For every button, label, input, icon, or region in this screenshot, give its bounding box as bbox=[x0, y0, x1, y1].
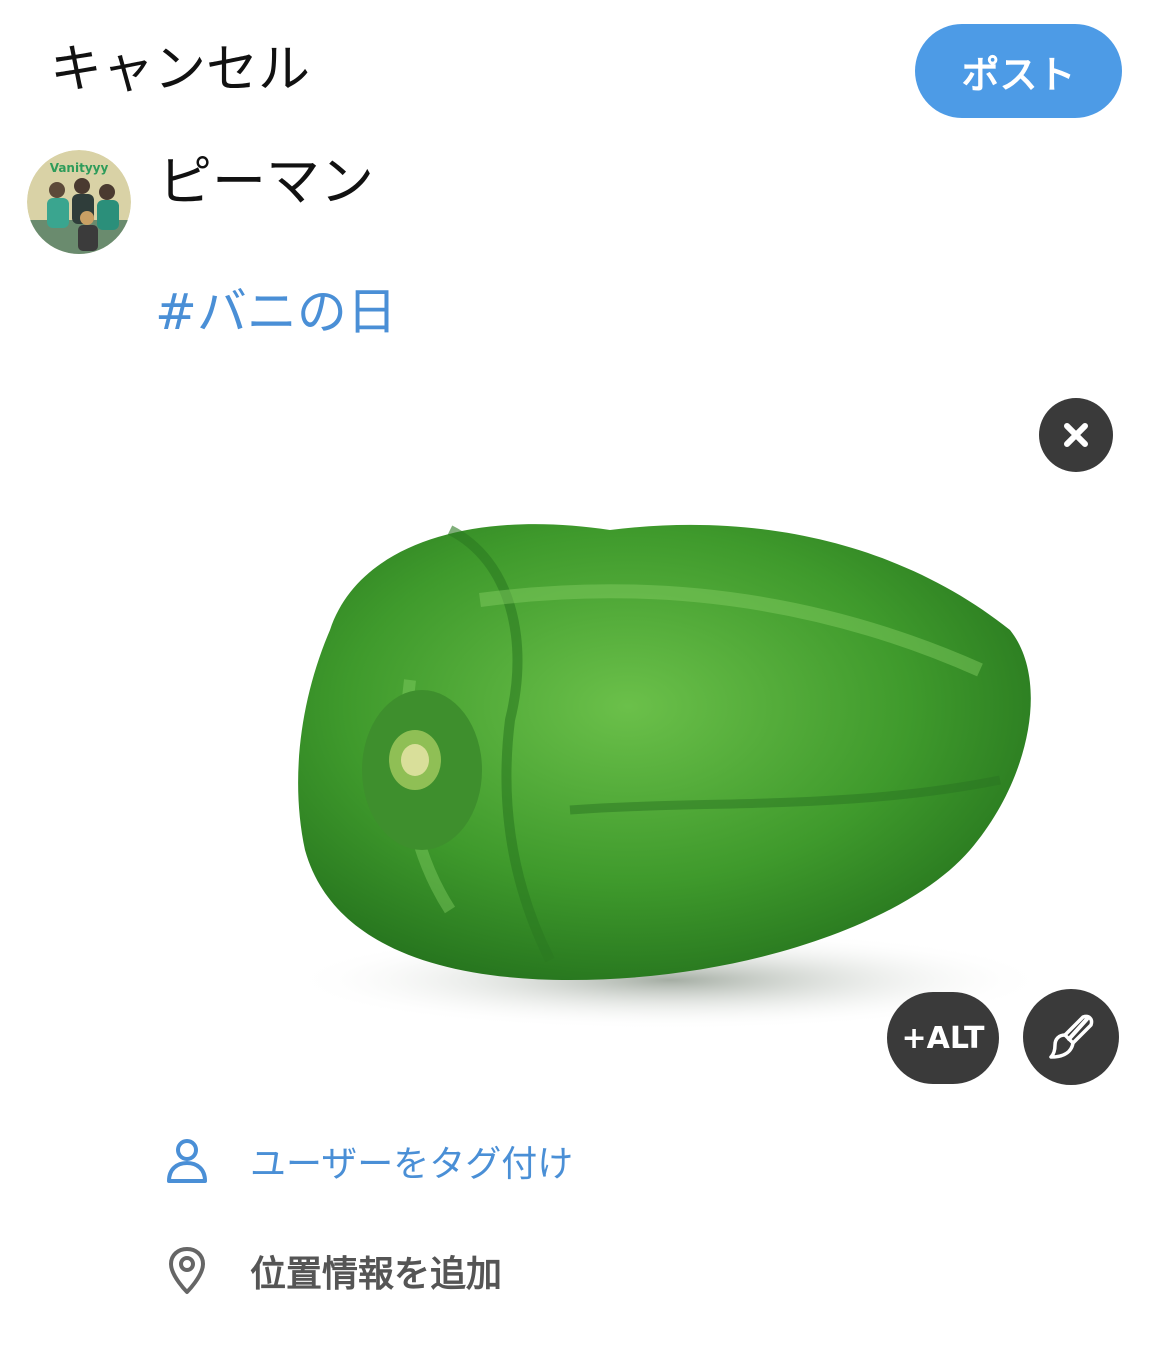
pepper-image bbox=[290, 524, 1050, 1030]
author-name: ピーマン bbox=[158, 150, 374, 213]
cancel-button[interactable]: キャンセル bbox=[50, 40, 310, 100]
avatar-image: Vanityyy bbox=[27, 150, 131, 254]
brush-icon bbox=[1049, 1014, 1094, 1059]
tag-users-label: ユーザーをタグ付け bbox=[250, 1144, 574, 1185]
close-icon bbox=[1064, 423, 1088, 447]
post-button[interactable]: ポスト bbox=[915, 24, 1122, 118]
attached-image bbox=[150, 380, 1130, 1090]
add-location-label: 位置情報を追加 bbox=[250, 1254, 503, 1295]
location-pin-icon bbox=[162, 1246, 212, 1296]
post-text[interactable]: #バニの日 bbox=[155, 284, 397, 340]
edit-image-button[interactable] bbox=[1023, 989, 1119, 1085]
person-icon bbox=[162, 1136, 212, 1186]
avatar-logo-text: Vanityyy bbox=[50, 161, 109, 175]
add-alt-text-button[interactable]: +ALT bbox=[887, 992, 999, 1084]
remove-image-button[interactable] bbox=[1039, 398, 1113, 472]
add-location-row[interactable]: 位置情報を追加 bbox=[162, 1245, 502, 1297]
tag-users-row[interactable]: ユーザーをタグ付け bbox=[162, 1135, 573, 1187]
avatar[interactable]: Vanityyy bbox=[27, 150, 131, 254]
